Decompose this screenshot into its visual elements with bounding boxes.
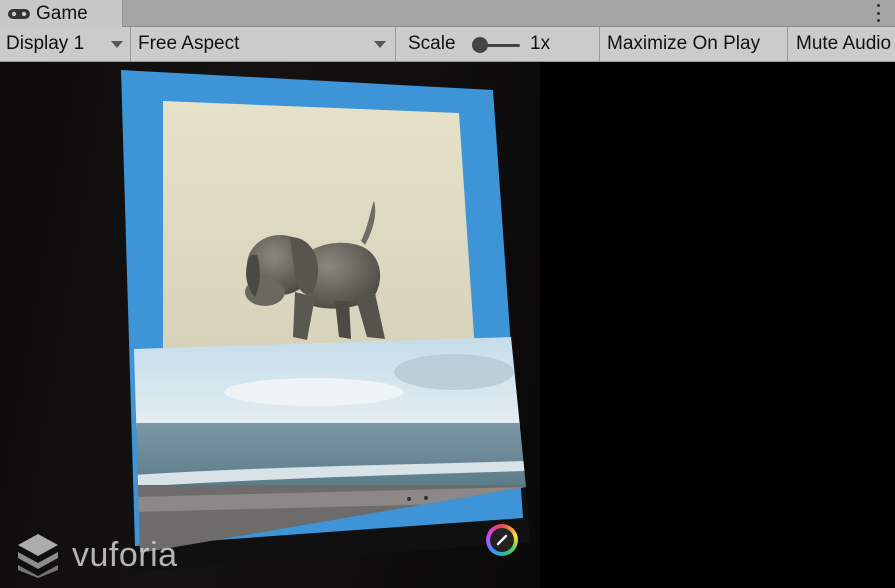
scale-label: Scale [408, 33, 456, 54]
tab-game[interactable]: Game [0, 0, 123, 28]
mute-audio-toggle[interactable]: Mute Audio [788, 27, 895, 61]
vuforia-logo-icon [18, 534, 58, 578]
display-dropdown-label: Display 1 [6, 33, 85, 54]
game-view[interactable]: vuforia [0, 62, 895, 588]
tab-bar: Game [0, 0, 895, 28]
aspect-dropdown[interactable]: Free Aspect [131, 27, 396, 61]
gamepad-icon [7, 7, 31, 21]
tab-game-label: Game [36, 3, 88, 24]
aspect-chevron-down-icon [374, 41, 386, 48]
mute-audio-label: Mute Audio [796, 33, 892, 54]
display-dropdown[interactable]: Display 1 [0, 27, 131, 61]
game-toolbar: Display 1 Free Aspect Scale 1x Maximize … [0, 27, 895, 62]
scale-value: 1x [530, 33, 551, 54]
pencil-icon[interactable] [486, 524, 518, 556]
maximize-on-play-toggle[interactable]: Maximize On Play [600, 27, 788, 61]
more-options-icon[interactable] [873, 4, 883, 22]
display-chevron-down-icon [111, 41, 123, 48]
dog-model [245, 201, 385, 340]
vuforia-text: vuforia [72, 535, 178, 574]
aspect-dropdown-label: Free Aspect [138, 33, 240, 54]
scale-slider-thumb[interactable] [472, 37, 488, 53]
vuforia-watermark: vuforia [16, 532, 178, 578]
maximize-on-play-label: Maximize On Play [607, 33, 761, 54]
